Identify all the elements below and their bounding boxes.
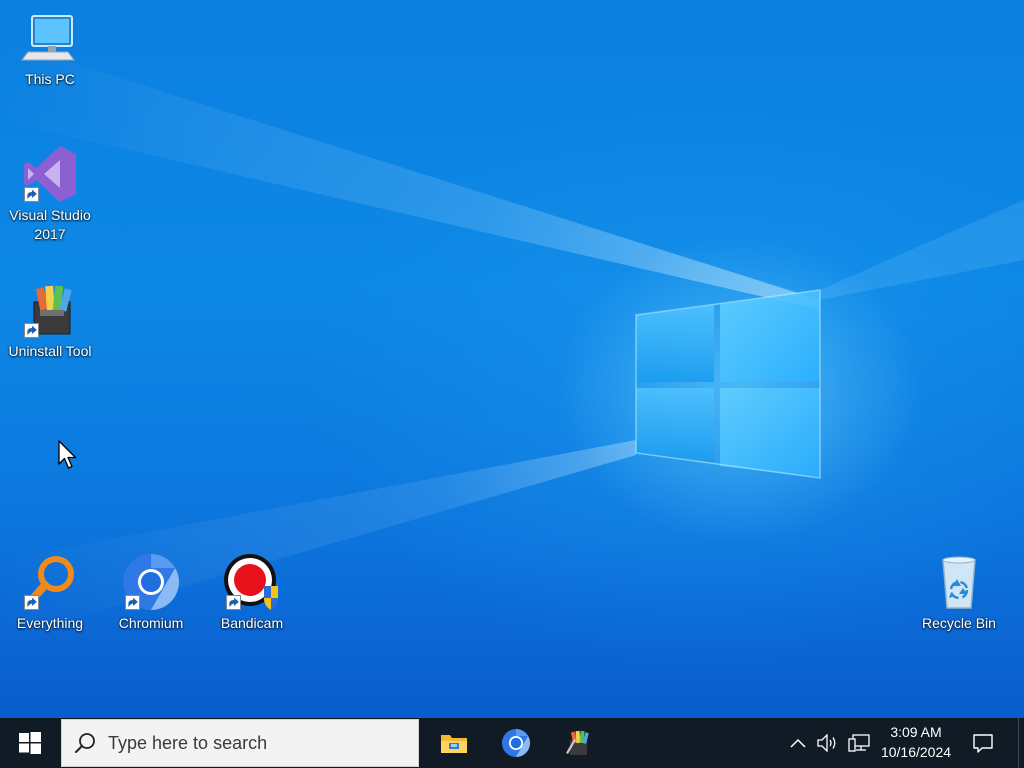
desktop-icon-label: Everything bbox=[16, 615, 84, 631]
network-button[interactable] bbox=[844, 718, 874, 768]
start-button[interactable] bbox=[0, 718, 60, 768]
shortcut-arrow-icon bbox=[24, 595, 39, 610]
chromium-icon bbox=[502, 729, 530, 757]
taskbar-clock[interactable]: 3:09 AM 10/16/2024 bbox=[872, 722, 960, 762]
file-explorer-icon bbox=[441, 735, 467, 753]
search-icon bbox=[62, 719, 108, 767]
clock-time: 3:09 AM bbox=[890, 724, 942, 740]
desktop-icon-label: Visual Studio 2017 bbox=[9, 207, 91, 242]
taskbar: 3:09 AM 10/16/2024 bbox=[0, 718, 1024, 768]
desktop-icon-chromium[interactable]: Chromium bbox=[103, 552, 199, 633]
desktop-icon-label: This PC bbox=[25, 71, 75, 87]
desktop-icon-label: Recycle Bin bbox=[922, 615, 996, 631]
this-pc-icon bbox=[21, 15, 75, 61]
desktop-icon-label: Bandicam bbox=[220, 615, 284, 631]
taskbar-chromium-button[interactable] bbox=[486, 718, 546, 768]
desktop-icon-bandicam[interactable]: Bandicam bbox=[204, 552, 300, 633]
mouse-cursor-icon bbox=[58, 440, 77, 469]
volume-button[interactable] bbox=[814, 718, 842, 768]
show-desktop-button[interactable] bbox=[1018, 718, 1024, 768]
show-hidden-icons-button[interactable] bbox=[786, 718, 810, 768]
desktop-icon-everything[interactable]: Everything bbox=[2, 552, 98, 633]
network-icon bbox=[848, 734, 870, 752]
recycle-bin-icon bbox=[942, 556, 976, 609]
desktop-icon-uninstall-tool[interactable]: Uninstall Tool bbox=[2, 280, 98, 361]
taskbar-file-explorer-button[interactable] bbox=[424, 718, 484, 768]
shortcut-arrow-icon bbox=[226, 595, 241, 610]
speaker-icon bbox=[817, 734, 836, 752]
shortcut-arrow-icon bbox=[24, 187, 39, 202]
notification-icon bbox=[973, 734, 993, 753]
search-input[interactable] bbox=[108, 732, 398, 754]
shortcut-arrow-icon bbox=[125, 595, 140, 610]
desktop-icon-visual-studio[interactable]: Visual Studio 2017 bbox=[2, 144, 98, 244]
shortcut-arrow-icon bbox=[24, 323, 39, 338]
action-center-button[interactable] bbox=[960, 718, 1006, 768]
chevron-up-icon bbox=[790, 738, 806, 748]
windows-start-icon bbox=[19, 732, 41, 754]
desktop-icon-recycle-bin[interactable]: Recycle Bin bbox=[911, 552, 1007, 633]
desktop-icon-label: Uninstall Tool bbox=[8, 343, 92, 359]
clock-date: 10/16/2024 bbox=[880, 744, 952, 760]
desktop-icon-label: Chromium bbox=[118, 615, 184, 631]
taskbar-uninstall-tool-button[interactable] bbox=[548, 718, 608, 768]
desktop-icon-this-pc[interactable]: This PC bbox=[2, 8, 98, 89]
taskbar-search-box[interactable] bbox=[61, 719, 419, 767]
uninstall-tool-icon bbox=[566, 730, 589, 755]
